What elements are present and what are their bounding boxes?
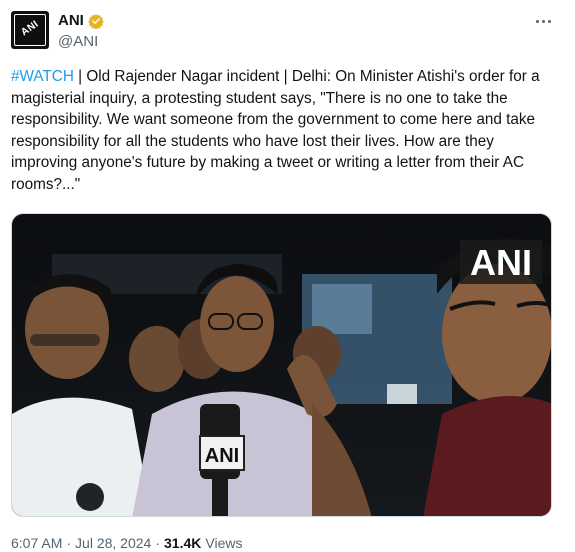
author-name-row: ANI	[58, 12, 104, 29]
tweet-body: | Old Rajender Nagar incident | Delhi: O…	[11, 68, 540, 193]
avatar[interactable]: ANI	[11, 11, 49, 49]
tweet-media-video[interactable]: ANI ANI	[11, 213, 552, 517]
meta-separator: ·	[155, 535, 161, 551]
meta-separator: ·	[66, 535, 72, 551]
tweet-meta: 6:07 AM · Jul 28, 2024 · 31.4K Views	[11, 535, 242, 551]
verified-badge-icon[interactable]	[88, 13, 104, 29]
author-handle[interactable]: @ANI	[58, 33, 98, 50]
tweet-text: #WATCH | Old Rajender Nagar incident | D…	[11, 66, 551, 195]
more-dot	[541, 19, 545, 23]
hashtag-link[interactable]: #WATCH	[11, 68, 74, 85]
tweet-time[interactable]: 6:07 AM	[11, 535, 62, 551]
more-options-icon[interactable]	[533, 14, 553, 28]
more-dot	[535, 19, 539, 23]
mic-flag-label: ANI	[205, 445, 239, 467]
views-count: 31.4K	[164, 535, 202, 551]
tweet-date[interactable]: Jul 28, 2024	[75, 535, 151, 551]
more-dot	[547, 19, 551, 23]
tweet-card[interactable]: ANI ANI @ANI #WATCH | Old Rajender Nagar…	[0, 0, 575, 552]
views-label: Views	[205, 535, 243, 551]
ani-watermark: ANI	[470, 242, 532, 283]
author-name[interactable]: ANI	[58, 12, 84, 29]
video-frame: ANI ANI	[12, 214, 551, 516]
